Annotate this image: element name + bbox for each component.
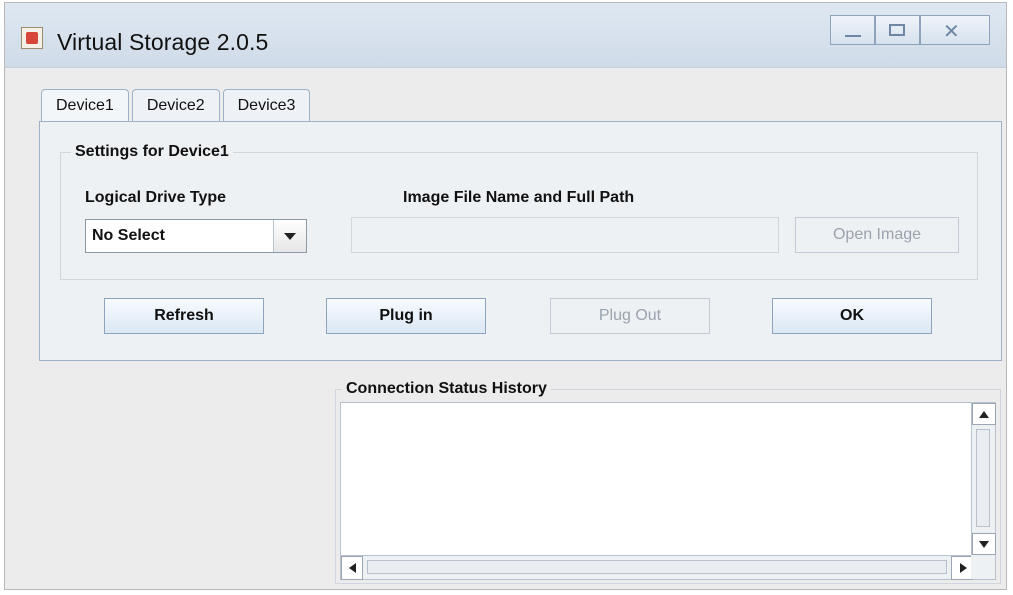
- logical-drive-select[interactable]: No Select: [85, 219, 307, 253]
- settings-groupbox: Settings for Device1 Logical Drive Type …: [60, 143, 978, 280]
- scroll-corner: [971, 555, 995, 579]
- vertical-scroll-thumb[interactable]: [976, 429, 990, 527]
- plug-out-button[interactable]: Plug Out: [550, 298, 710, 334]
- device-tabs: Device1 Device2 Device3: [41, 89, 311, 123]
- java-app-icon: [21, 27, 43, 49]
- chevron-down-icon[interactable]: [273, 220, 306, 252]
- connection-status-title: Connection Status History: [342, 380, 551, 398]
- minimize-button[interactable]: [830, 15, 875, 45]
- tab-device1[interactable]: Device1: [41, 89, 129, 123]
- logical-drive-type-label: Logical Drive Type: [85, 189, 227, 206]
- connection-status-history[interactable]: [340, 402, 996, 580]
- tab-device2[interactable]: Device2: [131, 89, 220, 121]
- vertical-scrollbar[interactable]: [971, 403, 996, 555]
- connection-status-group: Connection Status History: [335, 380, 1001, 584]
- window-title: Virtual Storage 2.0.5: [57, 29, 269, 55]
- scroll-right-arrow-icon[interactable]: [951, 556, 973, 580]
- scroll-left-arrow-icon[interactable]: [341, 556, 363, 580]
- tab-device3[interactable]: Device3: [222, 89, 311, 121]
- image-path-label: Image File Name and Full Path: [403, 189, 635, 206]
- close-button[interactable]: [920, 15, 990, 45]
- maximize-button[interactable]: [875, 15, 920, 45]
- ok-button[interactable]: OK: [772, 298, 932, 334]
- image-path-input[interactable]: [351, 217, 779, 253]
- horizontal-scrollbar[interactable]: [341, 555, 973, 580]
- title-bar: Virtual Storage 2.0.5: [5, 3, 1006, 68]
- logical-drive-selected-value: No Select: [92, 227, 165, 244]
- settings-group-title: Settings for Device1: [71, 143, 233, 161]
- scroll-down-arrow-icon[interactable]: [972, 533, 996, 555]
- open-image-button[interactable]: Open Image: [795, 217, 959, 253]
- plug-in-button[interactable]: Plug in: [326, 298, 486, 334]
- device-tab-panel: Settings for Device1 Logical Drive Type …: [39, 121, 1002, 361]
- refresh-button[interactable]: Refresh: [104, 298, 264, 334]
- scroll-up-arrow-icon[interactable]: [972, 403, 996, 425]
- app-window: Virtual Storage 2.0.5 Device1 Device2 De…: [4, 2, 1007, 590]
- window-controls: [830, 15, 990, 47]
- horizontal-scroll-thumb[interactable]: [367, 560, 947, 574]
